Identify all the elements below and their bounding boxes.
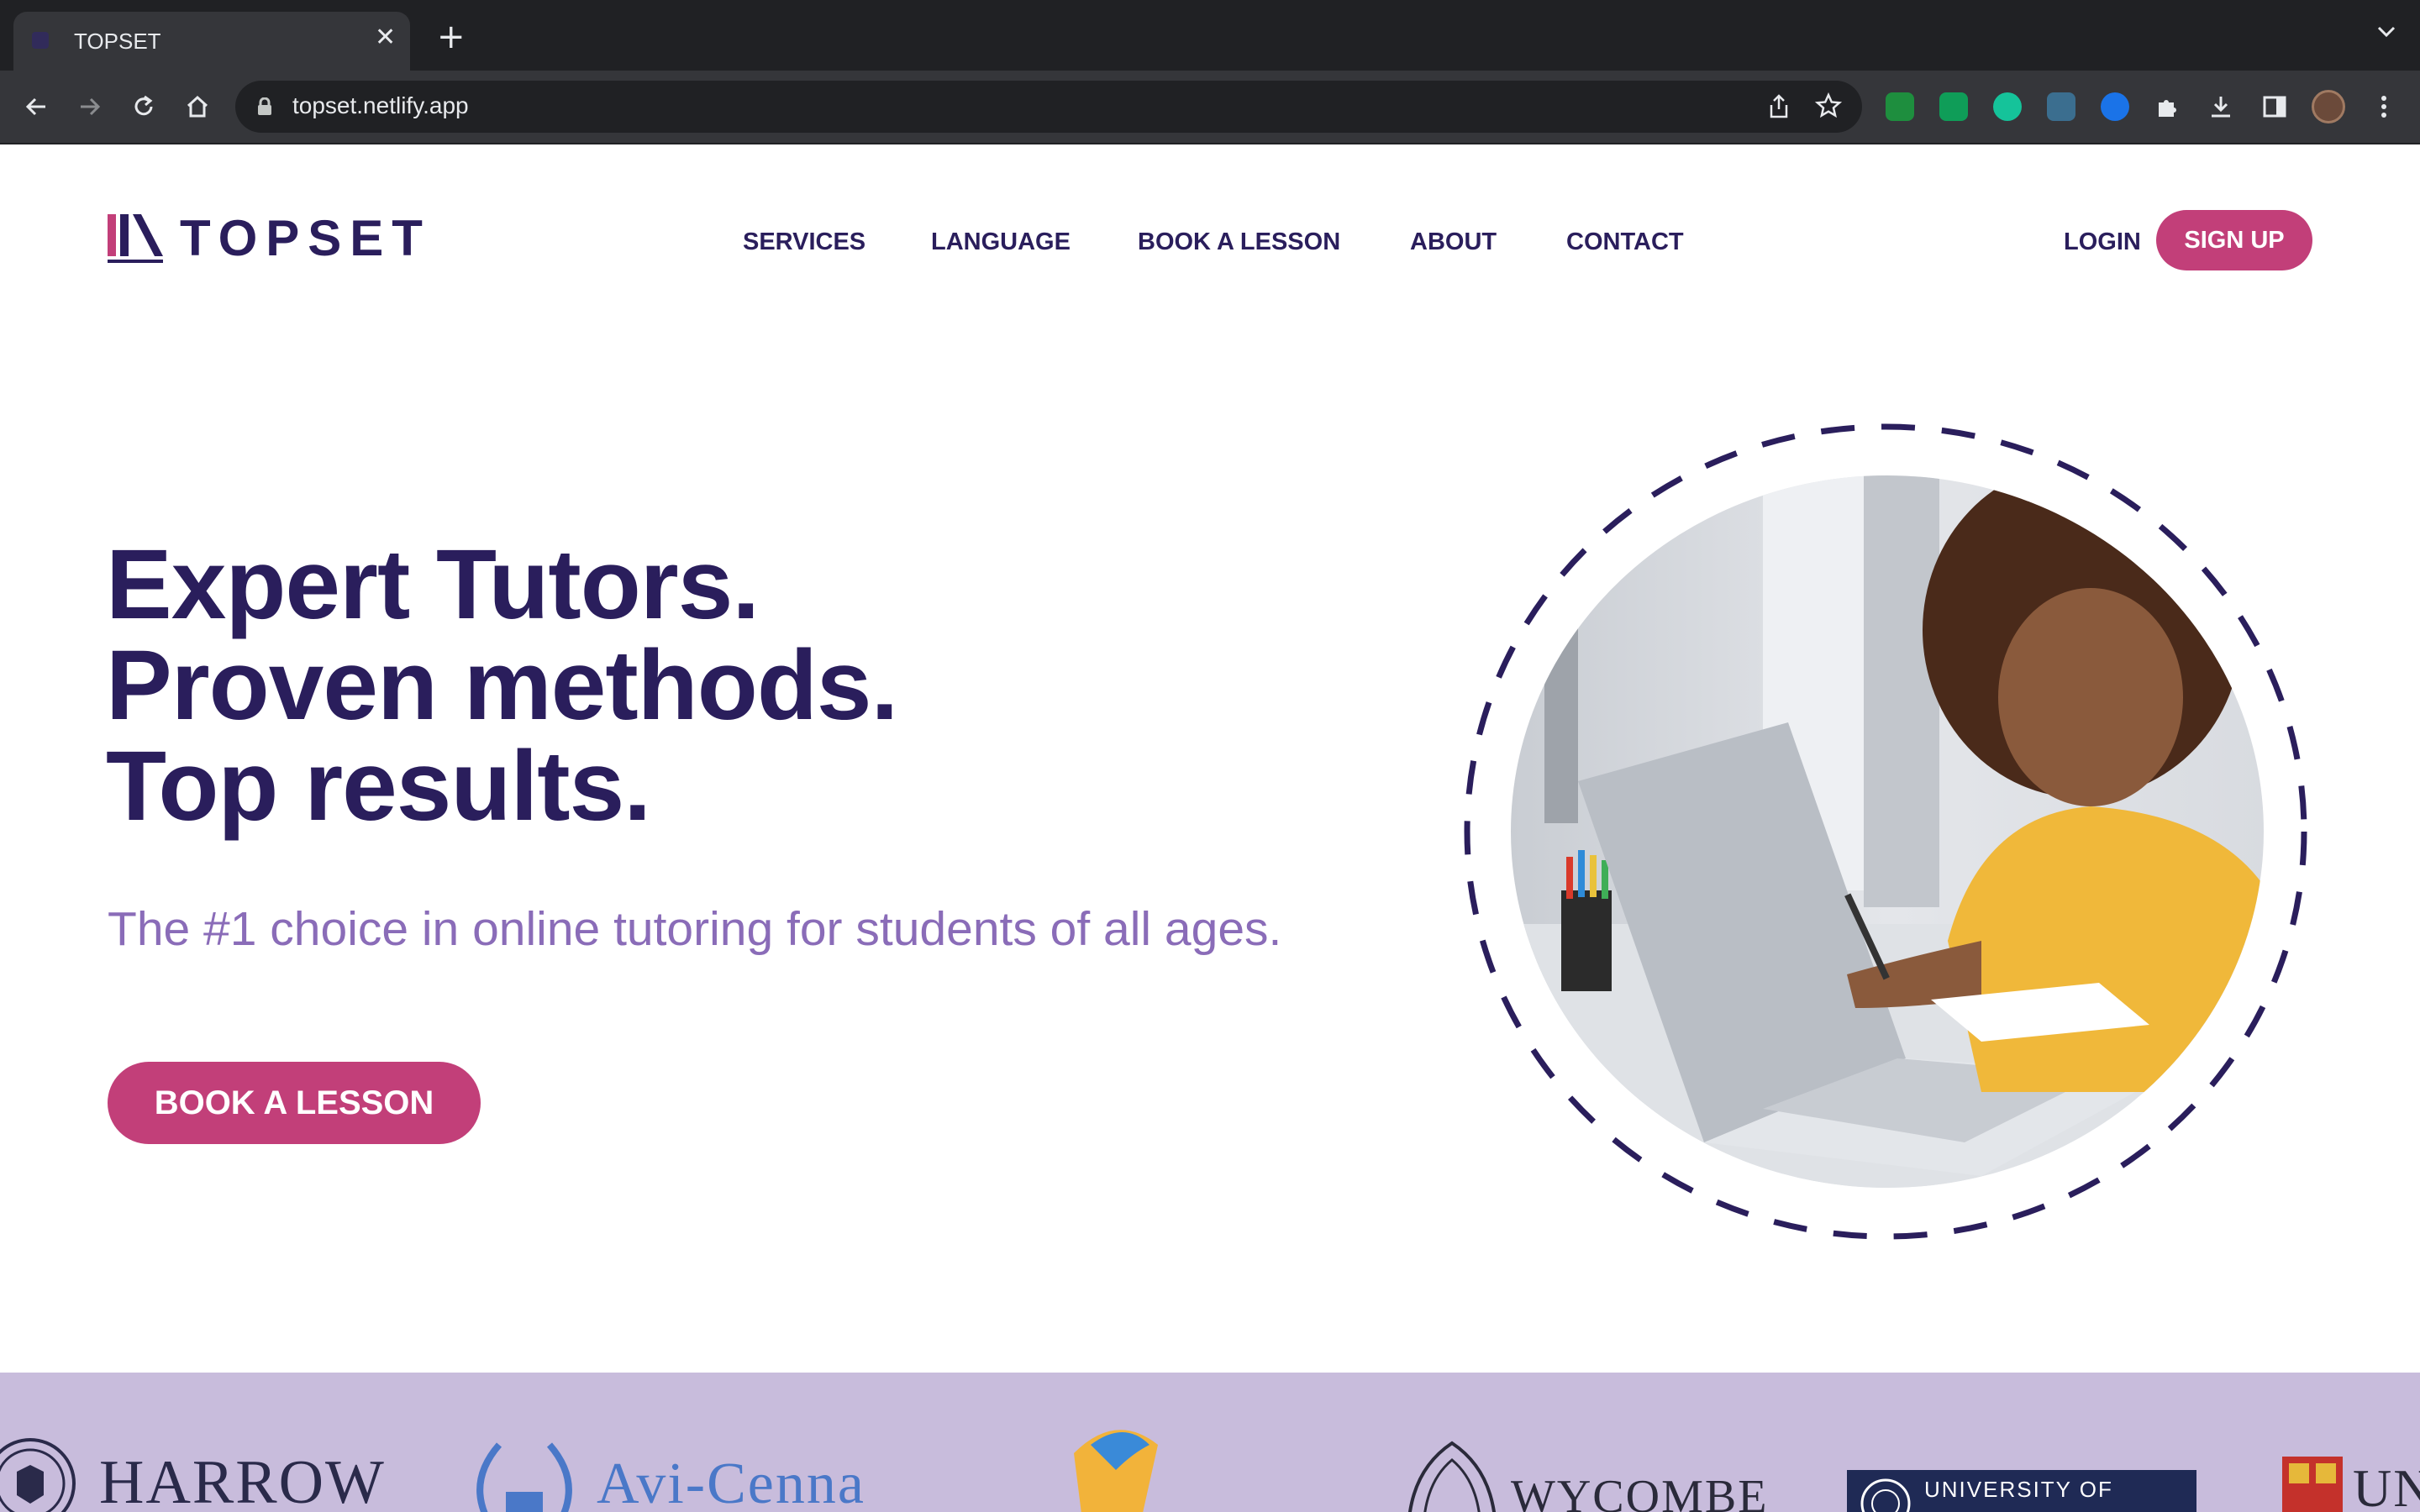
signup-button[interactable]: SIGN UP [2156, 210, 2312, 270]
forward-icon[interactable] [69, 86, 111, 128]
hero-title-line: Expert Tutors. [106, 529, 760, 640]
site-logo[interactable]: TOPSET [108, 213, 431, 264]
extension-icon[interactable] [1939, 92, 1968, 121]
school-name: WYCOMBE [1511, 1471, 1769, 1512]
nav-services[interactable]: SERVICES [743, 228, 865, 256]
download-icon[interactable] [2200, 86, 2242, 128]
favicon-icon [32, 32, 49, 49]
school-name: UNI [2353, 1458, 2420, 1512]
hero-image [1464, 420, 2314, 1243]
share-icon[interactable] [1768, 94, 1790, 123]
tab-search-icon[interactable] [2376, 25, 2396, 42]
school-name: UNIVERSITY OF [1924, 1476, 2113, 1502]
school-logo-avi-cenna: Avi-Cenna [466, 1433, 865, 1512]
partner-logos-band: HARROW Avi-Cenna WYCOMBE UNIVERSITY OF U… [0, 1373, 2420, 1512]
extensions-puzzle-icon[interactable] [2146, 86, 2188, 128]
university-seal-icon [1860, 1478, 1911, 1512]
heraldic-shield-icon [2282, 1457, 2343, 1512]
tab-title: TOPSET [74, 29, 161, 54]
nav-about[interactable]: ABOUT [1410, 228, 1497, 256]
back-icon[interactable] [15, 86, 57, 128]
hero-title-line: Top results. [106, 731, 651, 842]
login-link[interactable]: LOGIN [2064, 228, 2141, 256]
school-logo-emblem [1065, 1420, 1166, 1512]
colorful-emblem-icon [1074, 1430, 1158, 1512]
books-logo-icon [108, 214, 163, 263]
laurel-wreath-icon [476, 1442, 572, 1512]
extension-icon[interactable] [2047, 92, 2075, 121]
school-name: HARROW [99, 1448, 386, 1512]
side-panel-icon[interactable] [2254, 86, 2296, 128]
school-logo-wycombe: WYCOMBE [1402, 1440, 1768, 1512]
close-tab-icon[interactable]: ✕ [375, 25, 396, 50]
student-photo [1511, 475, 2264, 1188]
home-icon[interactable] [176, 86, 218, 128]
hero-subtitle: The #1 choice in online tutoring for stu… [108, 902, 1282, 956]
browser-tab[interactable]: TOPSET ✕ [13, 12, 410, 71]
new-tab-button[interactable]: + [437, 20, 466, 54]
hero-title: Expert Tutors. Proven methods. Top resul… [106, 529, 898, 842]
wycombe-crest-icon [1408, 1441, 1496, 1512]
site-header: TOPSET SERVICES LANGUAGE BOOK A LESSON A… [0, 144, 2420, 334]
harrow-crest-icon [0, 1438, 76, 1512]
bookmark-star-icon[interactable] [1814, 92, 1843, 123]
url-text[interactable]: topset.netlify.app [292, 92, 469, 119]
school-logo-harrow: HARROW [0, 1433, 386, 1512]
address-bar[interactable]: topset.netlify.app [235, 81, 1862, 133]
lock-icon[interactable] [257, 97, 272, 119]
nav-contact[interactable]: CONTACT [1566, 228, 1684, 256]
extension-icon[interactable] [2101, 92, 2129, 121]
school-logo-university: UNIVERSITY OF [1847, 1470, 2196, 1512]
reload-icon[interactable] [123, 86, 165, 128]
browser-toolbar: topset.netlify.app [0, 71, 2420, 143]
school-name: Avi-Cenna [597, 1452, 865, 1512]
book-a-lesson-button[interactable]: BOOK A LESSON [108, 1062, 481, 1144]
logo-text: TOPSET [180, 210, 431, 266]
nav-language[interactable]: LANGUAGE [931, 228, 1071, 256]
hero-title-line: Proven methods. [106, 630, 898, 741]
browser-tabbar: TOPSET ✕ + [0, 0, 2420, 71]
extension-icon[interactable] [1886, 92, 1914, 121]
more-menu-icon[interactable] [2363, 86, 2405, 128]
profile-avatar[interactable] [2307, 86, 2349, 128]
school-logo-uni: UNI [2282, 1457, 2420, 1512]
grammarly-icon[interactable] [1993, 92, 2022, 121]
nav-book-a-lesson[interactable]: BOOK A LESSON [1138, 228, 1340, 256]
